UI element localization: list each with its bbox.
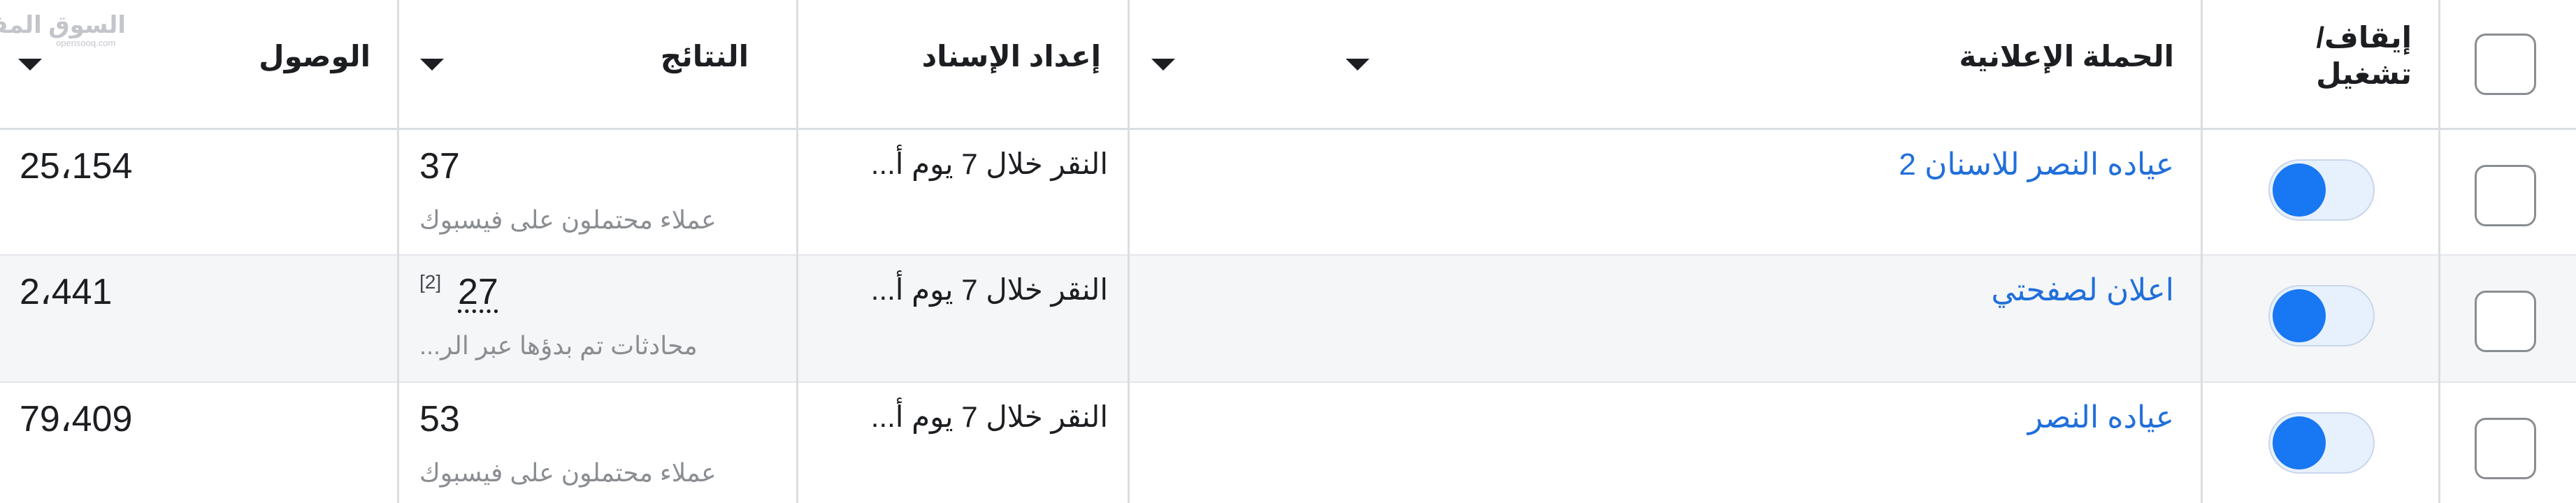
campaign-name-link[interactable]: عياده النصر للاسنان 2: [1899, 147, 2174, 182]
column-menu-chevron-down-icon[interactable]: [1151, 59, 1175, 71]
row-checkbox[interactable]: [2475, 291, 2536, 352]
header-toggle-label-line1: إيقاف/: [2316, 21, 2412, 54]
row-attribution-cell: النقر خلال 7 يوم أ...: [798, 256, 1129, 381]
reach-value: 25،154: [20, 146, 133, 187]
header-toggle-label-line2: تشغيل: [2316, 57, 2412, 90]
header-select-all-cell: [2440, 0, 2576, 128]
results-value: 37: [419, 146, 460, 187]
row-select-cell: [2440, 256, 2576, 381]
select-all-checkbox[interactable]: [2475, 34, 2536, 95]
toggle-knob: [2273, 289, 2326, 342]
campaign-name-link[interactable]: عياده النصر: [2028, 400, 2174, 435]
column-divider: [1128, 0, 1130, 503]
row-toggle-cell: [2202, 383, 2440, 503]
toggle-knob: [2273, 163, 2326, 217]
reach-value: 2،441: [20, 272, 113, 312]
row-results-cell: 37 عملاء محتملون على فيسبوك: [398, 130, 798, 254]
results-type-label: عملاء محتملون على فيسبوك: [419, 205, 717, 234]
attribution-setting-text: النقر خلال 7 يوم أ...: [870, 273, 1108, 306]
row-campaign-cell: عياده النصر للاسنان 2: [1129, 130, 2202, 254]
header-attribution-cell[interactable]: إعداد الإسناد: [798, 0, 1129, 128]
results-type-label: محادثات تم بدؤها عبر الر...: [419, 331, 698, 360]
table-row[interactable]: عياده النصر للاسنان 2 النقر خلال 7 يوم أ…: [0, 130, 2576, 256]
row-campaign-cell: اعلان لصفحتي: [1129, 256, 2202, 381]
row-attribution-cell: النقر خلال 7 يوم أ...: [798, 130, 1129, 254]
row-campaign-cell: عياده النصر: [1129, 383, 2202, 503]
campaign-toggle-switch[interactable]: [2268, 285, 2375, 347]
column-divider: [2438, 0, 2440, 503]
table-row[interactable]: اعلان لصفحتي النقر خلال 7 يوم أ... [2] 2…: [0, 256, 2576, 383]
results-footnote-marker[interactable]: [2]: [419, 271, 441, 293]
campaign-name-link[interactable]: اعلان لصفحتي: [1992, 272, 2174, 308]
column-divider: [796, 0, 798, 503]
header-results-cell[interactable]: النتائج: [398, 0, 798, 128]
row-checkbox[interactable]: [2475, 165, 2536, 226]
header-results-label: النتائج: [660, 40, 749, 73]
row-reach-cell: 25،154: [0, 130, 398, 254]
column-divider: [2201, 0, 2203, 503]
attribution-setting-text: النقر خلال 7 يوم أ...: [870, 147, 1108, 180]
reach-sort-chevron-down-icon[interactable]: [18, 59, 42, 71]
row-results-cell: 53 عملاء محتملون على فيسبوك: [398, 383, 798, 503]
campaign-toggle-switch[interactable]: [2268, 412, 2375, 474]
campaigns-table: السوق المفتوح opensooq.com إيقاف/ تشغيل …: [0, 0, 2576, 503]
header-attribution-label: إعداد الإسناد: [921, 40, 1101, 73]
reach-value: 79،409: [20, 399, 133, 439]
row-reach-cell: 2،441: [0, 256, 398, 381]
results-value: 53: [419, 399, 460, 439]
row-toggle-cell: [2202, 130, 2440, 254]
row-select-cell: [2440, 383, 2576, 503]
row-toggle-cell: [2202, 256, 2440, 381]
campaign-sort-chevron-down-icon[interactable]: [1346, 59, 1369, 71]
campaign-toggle-switch[interactable]: [2268, 159, 2375, 221]
toggle-knob: [2273, 416, 2326, 469]
table-row[interactable]: عياده النصر النقر خلال 7 يوم أ... 53 عمل…: [0, 383, 2576, 503]
table-header-row: إيقاف/ تشغيل الحملة الإعلانية إعداد الإس…: [0, 0, 2576, 130]
attribution-setting-text: النقر خلال 7 يوم أ...: [870, 400, 1108, 433]
row-results-cell: [2] 27 محادثات تم بدؤها عبر الر...: [398, 256, 798, 381]
header-campaign-cell[interactable]: الحملة الإعلانية: [1129, 0, 2202, 128]
results-sort-chevron-down-icon[interactable]: [420, 59, 444, 71]
header-reach-cell[interactable]: الوصول: [0, 0, 398, 128]
row-reach-cell: 79،409: [0, 383, 398, 503]
row-attribution-cell: النقر خلال 7 يوم أ...: [798, 383, 1129, 503]
column-divider: [397, 0, 399, 503]
header-campaign-label: الحملة الإعلانية: [1959, 40, 2174, 73]
header-toggle-cell[interactable]: إيقاف/ تشغيل: [2202, 0, 2440, 128]
results-value[interactable]: 27: [458, 271, 498, 313]
header-toggle-label: إيقاف/ تشغيل: [2316, 20, 2412, 92]
row-select-cell: [2440, 130, 2576, 254]
row-checkbox[interactable]: [2475, 418, 2536, 479]
header-reach-label: الوصول: [259, 40, 370, 73]
results-type-label: عملاء محتملون على فيسبوك: [419, 458, 717, 487]
